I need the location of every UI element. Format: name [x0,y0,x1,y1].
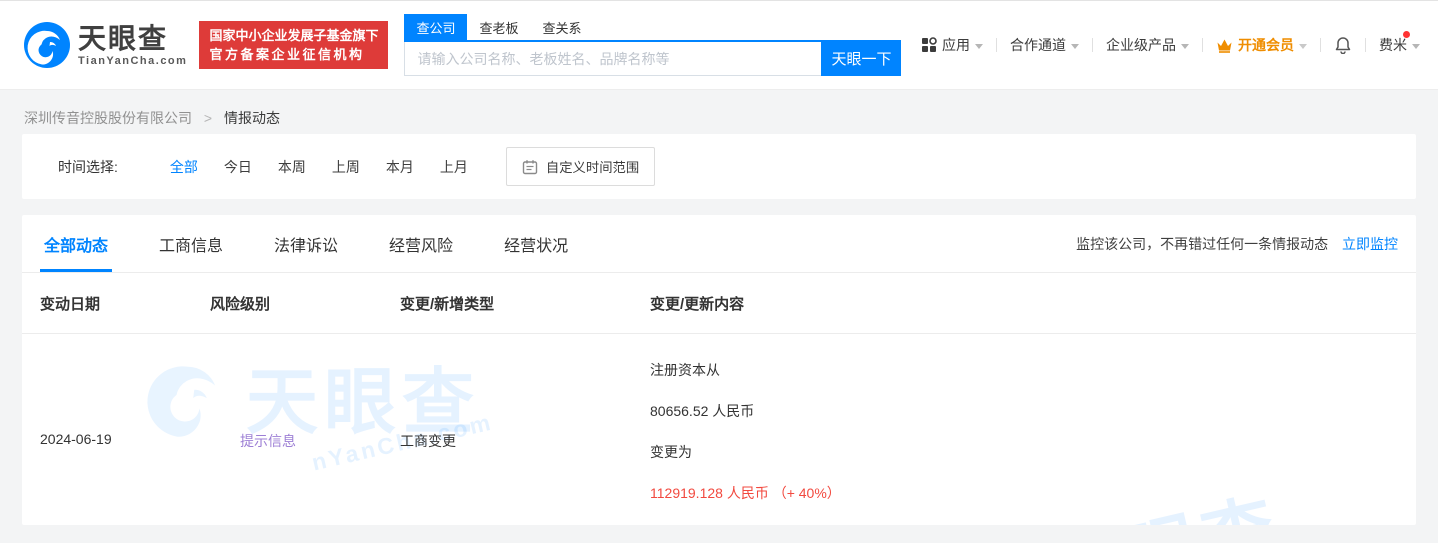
divider [1092,38,1093,52]
tianyancha-page: 天眼查 TianYanCha.com 国家中小企业发展子基金旗下 官方备案企业征… [0,0,1438,543]
chevron-down-icon [975,43,983,49]
search-tab-boss[interactable]: 查老板 [467,14,530,40]
badge-line-2: 官方备案企业征信机构 [209,47,365,62]
apps-grid-icon [921,37,937,53]
breadcrumb-separator: > [203,110,213,126]
column-header-change-content: 变更/更新内容 [650,295,745,313]
time-filter-label: 时间选择: [58,158,118,175]
content-line-highlight: 112919.128 人民币 （+ 40%） [650,485,841,501]
nav-item-partner[interactable]: 合作通道 [1010,35,1079,55]
time-option-this-month[interactable]: 本月 [386,157,414,177]
chevron-down-icon [1412,43,1420,49]
nav-vip-label: 开通会员 [1238,37,1294,53]
breadcrumb-company-link[interactable]: 深圳传音控股股份有限公司 [24,110,192,126]
feed-tab-bar: 全部动态 工商信息 法律诉讼 经营风险 经营状况 监控该公司，不再错过任何一条情… [22,215,1416,273]
divider [1365,38,1366,52]
user-name-label: 费米 [1379,37,1407,53]
nav-apps-label: 应用 [942,37,970,53]
tab-business-info[interactable]: 工商信息 [155,215,227,272]
gov-certification-badge: 国家中小企业发展子基金旗下 官方备案企业征信机构 [199,21,389,69]
nav-partner-label: 合作通道 [1010,37,1066,53]
divider [1320,38,1321,52]
table-header-row: 变动日期 风险级别 变更/新增类型 变更/更新内容 [22,273,1416,334]
bell-icon [1334,36,1352,54]
logo-brand-text: 天眼查 [78,22,169,54]
custom-date-range-button[interactable]: 自定义时间范围 [505,147,656,186]
monitor-prompt: 监控该公司，不再错过任何一条情报动态 立即监控 [1076,234,1398,254]
time-option-today[interactable]: 今日 [224,157,252,177]
nav-item-apps[interactable]: 应用 [921,35,983,55]
nav-enterprise-label: 企业级产品 [1106,37,1176,53]
monitor-now-link[interactable]: 立即监控 [1342,236,1398,252]
content-line: 80656.52 人民币 [650,403,755,419]
time-filter-card: 时间选择: 全部 今日 本周 上周 本月 上月 自定义时间范围 [22,134,1416,199]
tianyancha-eye-icon [24,22,70,68]
tab-all-activity[interactable]: 全部动态 [40,215,113,272]
search-tab-relation[interactable]: 查关系 [530,14,593,40]
column-header-risk-level: 风险级别 [210,295,271,313]
cell-change-date: 2024-06-19 [40,431,112,447]
tab-legal-proceedings[interactable]: 法律诉讼 [270,215,342,272]
cell-change-type: 工商变更 [400,433,456,449]
risk-level-tag: 提示信息 [240,433,296,449]
intel-feed-card: 天眼查 nYanCha.com 天眼查 全部动态 工商信息 法律诉讼 经营风险 … [22,215,1416,525]
divider [1202,38,1203,52]
notification-dot [1403,31,1410,38]
chevron-down-icon [1071,43,1079,49]
column-header-change-type: 变更/新增类型 [400,295,495,313]
crown-icon [1216,38,1233,53]
time-option-last-month[interactable]: 上月 [440,157,468,177]
calendar-icon [522,159,538,174]
cell-change-content: 注册资本从 80656.52 人民币 变更为 112919.128 人民币 （+… [650,334,1416,525]
monitor-prompt-text: 监控该公司，不再错过任何一条情报动态 [1076,235,1329,252]
content-line: 注册资本从 [650,362,720,378]
chevron-down-icon [1181,43,1189,49]
breadcrumb-current-page: 情报动态 [223,110,280,126]
time-option-this-week[interactable]: 本周 [278,157,306,177]
search-button[interactable]: 天眼一下 [821,40,902,76]
search-input[interactable] [404,42,822,76]
chevron-down-icon [1299,43,1307,49]
custom-date-range-label: 自定义时间范围 [545,160,640,175]
tab-operating-risk[interactable]: 经营风险 [385,215,457,272]
header: 天眼查 TianYanCha.com 国家中小企业发展子基金旗下 官方备案企业征… [0,0,1438,90]
search-module: 查公司 查老板 查关系 天眼一下 [404,14,902,76]
logo-domain-text: TianYanCha.com [78,54,188,67]
notification-bell[interactable] [1334,36,1352,54]
time-option-all[interactable]: 全部 [170,157,198,177]
badge-line-1: 国家中小企业发展子基金旗下 [209,28,379,43]
breadcrumb: 深圳传音控股股份有限公司 > 情报动态 [0,90,1438,134]
time-filter-options: 全部 今日 本周 上周 本月 上月 [170,157,494,177]
time-option-last-week[interactable]: 上周 [332,157,360,177]
divider [996,38,997,52]
nav-item-user[interactable]: 费米 [1379,31,1420,55]
nav-item-vip[interactable]: 开通会员 [1216,35,1307,55]
content-line: 变更为 [650,444,692,460]
table-row: 2024-06-19 提示信息 工商变更 注册资本从 80656.52 人民币 … [22,334,1416,525]
search-tab-company[interactable]: 查公司 [404,14,468,40]
column-header-change-date: 变动日期 [40,295,101,313]
search-tabs: 查公司 查老板 查关系 [404,14,901,40]
nav-item-enterprise[interactable]: 企业级产品 [1106,35,1189,55]
tab-operating-status[interactable]: 经营状况 [500,215,572,272]
top-nav: 应用 合作通道 企业级产品 开通会员 费米 [921,31,1420,55]
tianyancha-logo[interactable]: 天眼查 TianYanCha.com [24,22,187,68]
